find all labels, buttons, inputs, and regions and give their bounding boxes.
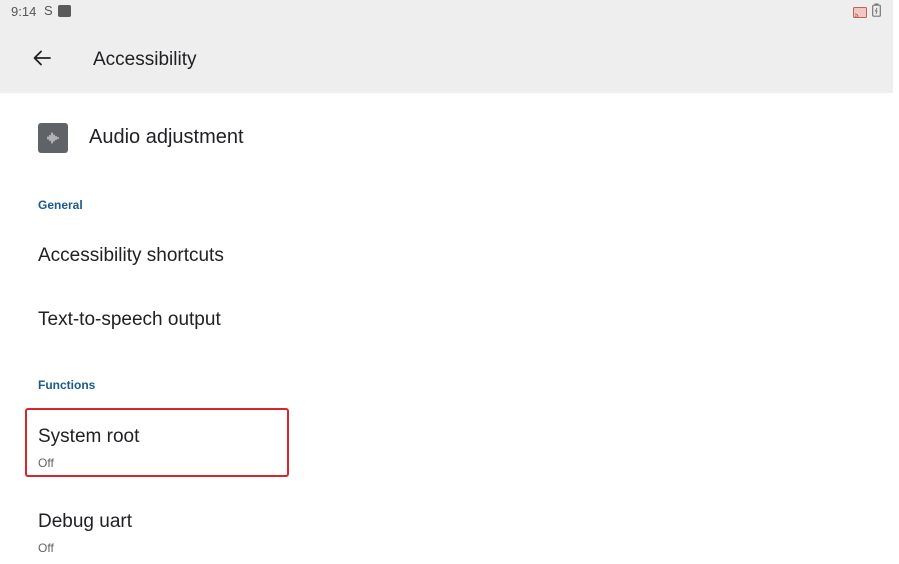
notification-square-icon — [58, 5, 71, 17]
debug-uart-summary: Off — [38, 541, 54, 555]
page-title: Accessibility — [93, 49, 197, 70]
app-bar: 9:14 S Accessibility — [0, 0, 893, 93]
debug-uart-item[interactable]: Debug uart Off — [0, 494, 893, 564]
s-icon: S — [44, 3, 53, 18]
system-root-item[interactable]: System root Off — [0, 408, 893, 480]
accessibility-shortcuts-item[interactable]: Accessibility shortcuts — [0, 224, 893, 288]
status-time: 9:14 — [11, 4, 37, 19]
accessibility-shortcuts-label: Accessibility shortcuts — [38, 245, 224, 266]
status-bar: 9:14 S — [0, 0, 893, 28]
tts-output-label: Text-to-speech output — [38, 309, 221, 330]
tts-output-item[interactable]: Text-to-speech output — [0, 288, 893, 354]
audio-adjustment-label: Audio adjustment — [89, 126, 244, 148]
toolbar: Accessibility — [0, 28, 893, 93]
audio-adjustment-item[interactable]: Audio adjustment — [0, 93, 893, 185]
system-root-title: System root — [38, 426, 140, 447]
battery-icon — [872, 3, 881, 17]
back-button[interactable] — [28, 46, 56, 74]
section-header-general: General — [38, 198, 83, 212]
accessibility-screen: 9:14 S Accessibility Audio adjustment Ge… — [0, 0, 899, 564]
section-header-functions: Functions — [38, 378, 96, 392]
right-edge — [893, 0, 899, 564]
arrow-left-icon — [33, 50, 51, 71]
audio-wave-icon — [38, 123, 68, 153]
debug-uart-title: Debug uart — [38, 511, 133, 532]
system-root-summary: Off — [38, 456, 54, 470]
cast-icon — [853, 5, 867, 18]
